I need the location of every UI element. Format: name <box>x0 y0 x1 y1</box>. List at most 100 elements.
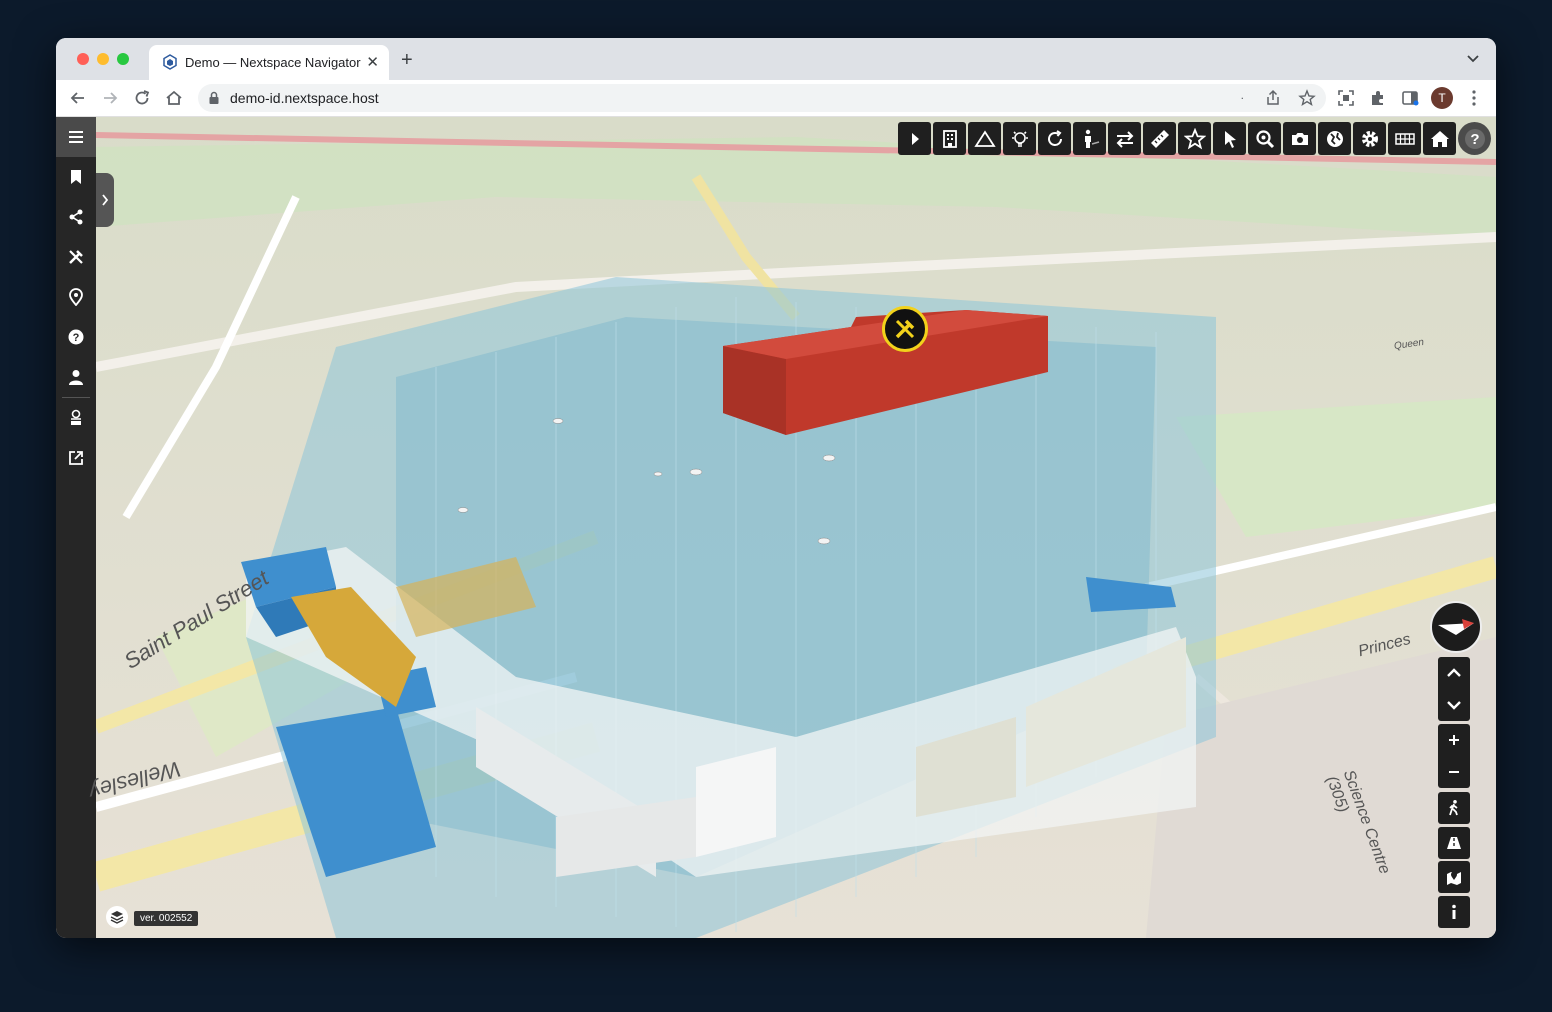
url-text: demo-id.nextspace.host <box>230 90 379 106</box>
compass-control[interactable] <box>1430 601 1482 653</box>
layers-button[interactable] <box>106 906 128 928</box>
tool-favourites[interactable] <box>1178 122 1211 155</box>
nextspace-favicon-icon <box>163 54 177 70</box>
sidebar-item-account[interactable] <box>56 357 96 397</box>
version-badge: ver. 002552 <box>134 911 199 926</box>
3d-map-viewport[interactable]: Saint Paul Street Wellesley Princes Scie… <box>86 117 1496 938</box>
map-location-button[interactable] <box>1438 861 1470 893</box>
layers-icon <box>110 911 124 924</box>
menu-icon <box>69 131 83 143</box>
svg-text:?: ? <box>73 332 80 344</box>
person-icon <box>1084 129 1099 148</box>
tilt-controls <box>1438 657 1470 721</box>
sidebar-item-menu[interactable] <box>56 117 96 157</box>
side-panel-icon[interactable] <box>1400 88 1420 108</box>
home-icon <box>1430 130 1449 147</box>
tool-lighting[interactable] <box>1003 122 1036 155</box>
new-tab-button[interactable]: + <box>401 50 413 70</box>
profile-avatar[interactable]: T <box>1431 87 1453 109</box>
plus-icon <box>1449 735 1459 745</box>
zoom-icon <box>1255 129 1274 148</box>
chevron-down-icon[interactable] <box>1466 52 1480 66</box>
star-icon <box>1183 127 1206 149</box>
sidebar-item-share[interactable] <box>56 197 96 237</box>
gear-icon <box>1361 130 1378 147</box>
sidebar-item-help[interactable]: ? <box>56 317 96 357</box>
swap-icon <box>1116 130 1133 148</box>
help-icon: ? <box>1464 128 1485 149</box>
close-window-button[interactable] <box>77 53 89 65</box>
kebab-menu-icon[interactable] <box>1464 88 1484 108</box>
tool-settings[interactable] <box>1353 122 1386 155</box>
zoom-controls <box>1438 724 1470 788</box>
cursor-icon <box>1224 130 1236 148</box>
address-bar[interactable]: demo-id.nextspace.host . <box>198 84 1326 112</box>
browser-tab[interactable]: Demo — Nextspace Navigator ✕ <box>149 45 389 80</box>
tool-terrain[interactable] <box>968 122 1001 155</box>
tool-select[interactable] <box>1213 122 1246 155</box>
sidebar-item-viewer[interactable] <box>56 398 96 438</box>
lock-icon <box>209 91 219 104</box>
map-pin-icon <box>1447 871 1461 885</box>
share-icon <box>69 209 83 225</box>
measure-ruler-icon <box>1150 129 1169 148</box>
extensions-puzzle-icon[interactable] <box>1368 88 1388 108</box>
screen-capture-icon[interactable] <box>1336 88 1356 108</box>
zoom-in-button[interactable] <box>1438 724 1470 756</box>
tool-home[interactable] <box>1423 122 1456 155</box>
tool-globe[interactable] <box>1318 122 1351 155</box>
tool-play[interactable] <box>898 122 931 155</box>
left-sidebar: ? <box>56 117 96 938</box>
chevron-right-icon <box>102 194 109 206</box>
tool-screenshot[interactable] <box>1283 122 1316 155</box>
info-icon <box>1452 904 1456 919</box>
bookmark-icon <box>71 170 81 184</box>
tool-rotate[interactable] <box>1038 122 1071 155</box>
tools-icon <box>69 250 83 264</box>
zoom-out-button[interactable] <box>1438 756 1470 788</box>
tilt-down-button[interactable] <box>1438 689 1470 721</box>
tool-grid[interactable] <box>1388 122 1421 155</box>
terrain-icon <box>973 129 996 147</box>
tilt-up-button[interactable] <box>1438 657 1470 689</box>
sidebar-item-location[interactable] <box>56 277 96 317</box>
tool-swap[interactable] <box>1108 122 1141 155</box>
sidebar-item-open-external[interactable] <box>56 438 96 478</box>
back-arrow-icon[interactable] <box>68 88 88 108</box>
external-link-icon <box>69 451 83 465</box>
viewer-icon <box>71 409 81 425</box>
tab-strip: Demo — Nextspace Navigator ✕ + <box>56 38 1496 80</box>
road-view-button[interactable] <box>1438 827 1470 859</box>
bookmark-star-icon[interactable] <box>1298 89 1316 107</box>
tool-measure[interactable] <box>1143 122 1176 155</box>
home-icon[interactable] <box>164 88 184 108</box>
browser-toolbar: demo-id.nextspace.host . T <box>56 80 1496 117</box>
location-pin-icon <box>69 288 83 306</box>
rotate-icon <box>1047 129 1062 146</box>
sidebar-item-tools[interactable] <box>56 237 96 277</box>
forward-arrow-icon[interactable] <box>100 88 120 108</box>
map-scene <box>96 117 1496 938</box>
camera-icon <box>1291 132 1308 145</box>
tool-building[interactable] <box>933 122 966 155</box>
road-icon <box>1447 837 1461 849</box>
maintenance-marker[interactable] <box>882 306 928 352</box>
pedestrian-mode-button[interactable] <box>1438 792 1470 824</box>
maximize-window-button[interactable] <box>117 53 129 65</box>
tool-help[interactable]: ? <box>1458 122 1491 155</box>
info-button[interactable] <box>1438 896 1470 928</box>
reload-icon[interactable] <box>132 88 152 108</box>
play-icon <box>911 132 919 145</box>
chevron-down-icon <box>1447 701 1461 710</box>
tool-zoom[interactable] <box>1248 122 1281 155</box>
tools-icon <box>895 319 915 339</box>
omnibox-dot: . <box>1240 88 1244 102</box>
globe-icon <box>1326 130 1343 147</box>
share-icon[interactable] <box>1264 89 1282 107</box>
tab-close-icon[interactable]: ✕ <box>366 53 379 71</box>
minimize-window-button[interactable] <box>97 53 109 65</box>
sidebar-item-bookmarks[interactable] <box>56 157 96 197</box>
minus-icon <box>1449 771 1459 773</box>
panel-expand-handle[interactable] <box>96 173 114 227</box>
tool-walk[interactable] <box>1073 122 1106 155</box>
